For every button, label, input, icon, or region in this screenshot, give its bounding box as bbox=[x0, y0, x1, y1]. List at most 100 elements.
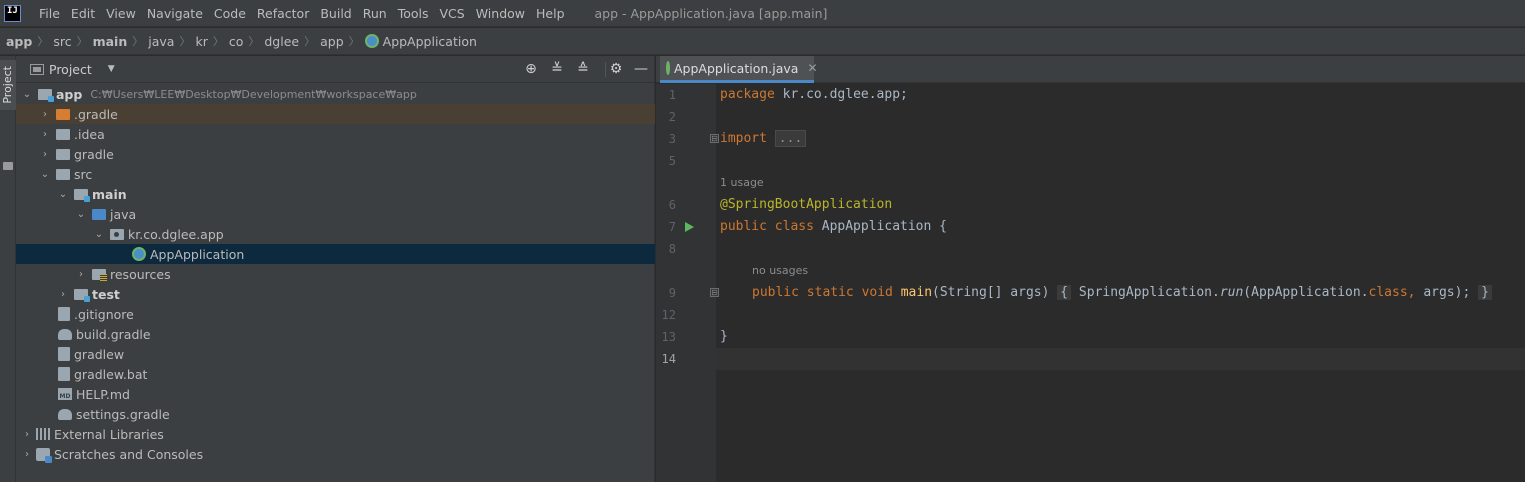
menu-view[interactable]: View bbox=[106, 6, 136, 21]
editor-gutter: 1 2 3 5 6 7 8 9 12 13 14 ⊟ ⊟ bbox=[656, 84, 719, 482]
code-line-9: public static void main(String[] args) {… bbox=[752, 285, 1492, 300]
breadcrumb-item-src[interactable]: src bbox=[53, 34, 71, 49]
tree-item-src[interactable]: ⌄ src bbox=[16, 164, 655, 184]
keyword: class bbox=[1368, 285, 1408, 300]
tree-item-java[interactable]: ⌄ java bbox=[16, 204, 655, 224]
menu-window[interactable]: Window bbox=[476, 6, 525, 21]
chevron-down-icon[interactable]: ⌄ bbox=[76, 209, 86, 220]
breadcrumb-item-app-pkg[interactable]: app bbox=[320, 34, 344, 49]
chevron-right-icon[interactable]: › bbox=[22, 449, 32, 460]
chevron-right-icon[interactable]: › bbox=[22, 429, 32, 440]
chevron-right-icon[interactable]: › bbox=[40, 149, 50, 160]
usages-hint[interactable]: no usages bbox=[752, 264, 808, 277]
folded-brace[interactable]: { bbox=[1057, 285, 1072, 300]
chevron-right-icon[interactable]: › bbox=[40, 129, 50, 140]
gradle-file-icon bbox=[58, 408, 72, 420]
menu-edit[interactable]: Edit bbox=[71, 6, 95, 21]
tree-item-scratches[interactable]: › Scratches and Consoles bbox=[16, 444, 655, 464]
project-tool-window-button[interactable]: Project bbox=[0, 60, 16, 110]
line-number: 6 bbox=[668, 198, 676, 212]
caret-line-highlight bbox=[716, 348, 1525, 370]
chevron-right-icon[interactable]: › bbox=[58, 289, 68, 300]
spring-class-icon bbox=[364, 34, 379, 48]
minimize-icon[interactable]: — bbox=[632, 60, 650, 78]
tree-item-appapplication[interactable]: AppApplication bbox=[16, 244, 655, 264]
gradle-file-icon bbox=[58, 328, 72, 340]
breadcrumb-item-co[interactable]: co bbox=[229, 34, 244, 49]
chevron-down-icon[interactable]: ⌄ bbox=[22, 89, 32, 100]
menu-help[interactable]: Help bbox=[536, 6, 565, 21]
menu-bar: IJ File Edit View Navigate Code Refactor… bbox=[0, 0, 1525, 27]
menu-navigate[interactable]: Navigate bbox=[147, 6, 203, 21]
breadcrumb: app 〉 src 〉 main 〉 java 〉 kr 〉 co 〉 dglee 〉 app… bbox=[0, 28, 1525, 55]
text-file-icon bbox=[58, 347, 70, 361]
chevron-down-icon[interactable]: ⌄ bbox=[94, 229, 104, 240]
markdown-file-icon: MD bbox=[58, 388, 72, 400]
crosshair-locate-icon[interactable]: ⊕ bbox=[522, 60, 540, 78]
project-panel-header: Project ▼ ⊕ ≚ ≙ ⚙ — bbox=[16, 56, 655, 83]
tree-item-main[interactable]: ⌄ main bbox=[16, 184, 655, 204]
code-text: (AppApplication. bbox=[1243, 285, 1369, 300]
tree-item-label: java bbox=[110, 206, 137, 222]
tree-item-settings-gradle[interactable]: settings.gradle bbox=[16, 404, 655, 424]
expand-all-icon[interactable]: ≚ bbox=[548, 60, 566, 78]
tree-item-gradlew-bat[interactable]: gradlew.bat bbox=[16, 364, 655, 384]
folded-imports[interactable]: ... bbox=[774, 130, 807, 147]
line-number: 5 bbox=[668, 154, 676, 168]
folded-brace[interactable]: } bbox=[1478, 285, 1492, 300]
menu-refactor[interactable]: Refactor bbox=[257, 6, 309, 21]
chevron-right-icon[interactable]: › bbox=[76, 269, 86, 280]
breadcrumb-item-main[interactable]: main bbox=[93, 34, 128, 49]
tree-item-test[interactable]: › test bbox=[16, 284, 655, 304]
usages-hint[interactable]: 1 usage bbox=[720, 176, 764, 189]
menu-build[interactable]: Build bbox=[320, 6, 351, 21]
chevron-down-icon[interactable]: ⌄ bbox=[58, 189, 68, 200]
line-number: 9 bbox=[668, 286, 676, 300]
gear-icon[interactable]: ⚙ bbox=[607, 60, 625, 78]
chevron-right-icon[interactable]: › bbox=[40, 109, 50, 120]
menu-vcs[interactable]: VCS bbox=[440, 6, 465, 21]
code-text: args); bbox=[1415, 285, 1471, 300]
spring-class-icon bbox=[666, 61, 670, 75]
breadcrumb-item-appapplication[interactable]: AppApplication bbox=[383, 34, 477, 49]
code-area[interactable]: package kr.co.dglee.app; import ... 1 us… bbox=[716, 84, 1525, 482]
tree-item-gradlew[interactable]: gradlew bbox=[16, 344, 655, 364]
breadcrumb-item-dglee[interactable]: dglee bbox=[264, 34, 299, 49]
project-panel-title[interactable]: Project bbox=[49, 62, 92, 77]
code-text: kr.co.dglee.app; bbox=[774, 87, 908, 102]
tree-item-help-md[interactable]: MD HELP.md bbox=[16, 384, 655, 404]
tree-item-package[interactable]: ⌄ kr.co.dglee.app bbox=[16, 224, 655, 244]
breadcrumb-item-app[interactable]: app bbox=[6, 34, 32, 49]
tab-appapplication-java[interactable]: AppApplication.java ✕ bbox=[660, 56, 818, 83]
breadcrumb-item-kr[interactable]: kr bbox=[195, 34, 207, 49]
chevron-down-icon[interactable]: ▼ bbox=[108, 64, 115, 74]
tree-item-external-libraries[interactable]: › External Libraries bbox=[16, 424, 655, 444]
tree-item-idea[interactable]: › .idea bbox=[16, 124, 655, 144]
menu-tools[interactable]: Tools bbox=[398, 6, 429, 21]
tree-item-build-gradle[interactable]: build.gradle bbox=[16, 324, 655, 344]
tree-item-resources[interactable]: › resources bbox=[16, 264, 655, 284]
menu-file[interactable]: File bbox=[39, 6, 60, 21]
tree-item-label: AppApplication bbox=[150, 246, 245, 262]
collapse-all-icon[interactable]: ≙ bbox=[574, 60, 592, 78]
tree-item-label: main bbox=[92, 186, 127, 202]
left-tool-strip: Project bbox=[0, 56, 16, 482]
keyword: public class bbox=[720, 219, 814, 234]
folder-icon[interactable] bbox=[3, 162, 13, 170]
breadcrumb-item-java[interactable]: java bbox=[148, 34, 174, 49]
run-gutter-icon[interactable] bbox=[685, 222, 694, 232]
line-number: 3 bbox=[668, 132, 676, 146]
tree-item-app[interactable]: ⌄ app C:₩Users₩LEE₩Desktop₩Development₩w… bbox=[16, 84, 655, 104]
tree-item-gradle-dir[interactable]: › .gradle bbox=[16, 104, 655, 124]
menu-code[interactable]: Code bbox=[214, 6, 246, 21]
line-number: 13 bbox=[661, 330, 676, 344]
close-icon[interactable]: ✕ bbox=[807, 61, 817, 75]
code-text: SpringApplication. bbox=[1071, 285, 1220, 300]
menu-run[interactable]: Run bbox=[363, 6, 387, 21]
method-name: main bbox=[892, 285, 933, 300]
editor-tab-bar: AppApplication.java ✕ bbox=[656, 56, 1525, 83]
chevron-down-icon[interactable]: ⌄ bbox=[40, 169, 50, 180]
tab-label: AppApplication.java bbox=[674, 60, 799, 76]
tree-item-gitignore[interactable]: .gitignore bbox=[16, 304, 655, 324]
tree-item-gradle[interactable]: › gradle bbox=[16, 144, 655, 164]
